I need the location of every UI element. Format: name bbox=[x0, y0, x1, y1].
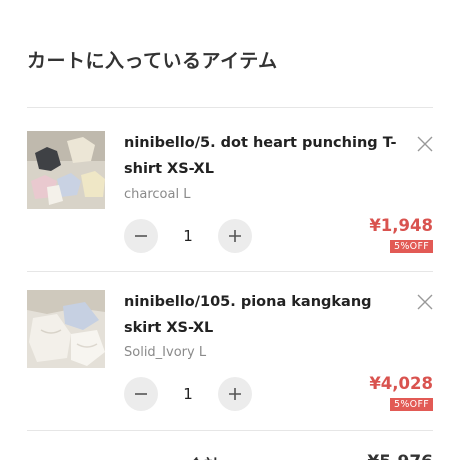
minus-icon bbox=[135, 393, 147, 395]
cart-total: 合計 ¥5,976 bbox=[0, 446, 460, 460]
discount-badge: 5%OFF bbox=[390, 398, 433, 411]
cart-item: ninibello/105. piona kangkang skirt XS-X… bbox=[0, 0, 460, 411]
increment-quantity-button[interactable] bbox=[218, 219, 252, 253]
minus-icon bbox=[135, 235, 147, 237]
increment-quantity-button[interactable] bbox=[218, 377, 252, 411]
plus-icon bbox=[229, 388, 241, 400]
decrement-quantity-button[interactable] bbox=[124, 377, 158, 411]
remove-item-button[interactable] bbox=[413, 290, 437, 314]
close-icon bbox=[417, 294, 433, 310]
item-price: ¥1,948 bbox=[369, 216, 433, 235]
total-label: 合計 bbox=[188, 452, 220, 460]
product-image[interactable] bbox=[27, 290, 105, 368]
quantity-value: 1 bbox=[183, 227, 193, 245]
plus-icon bbox=[229, 230, 241, 242]
decrement-quantity-button[interactable] bbox=[124, 219, 158, 253]
total-value: ¥5,976 bbox=[367, 452, 433, 460]
product-variant: Solid_Ivory L bbox=[124, 345, 207, 360]
divider bbox=[27, 271, 433, 272]
divider bbox=[27, 430, 433, 431]
quantity-value: 1 bbox=[183, 385, 193, 403]
item-price: ¥4,028 bbox=[369, 374, 433, 393]
discount-badge: 5%OFF bbox=[390, 240, 433, 253]
product-name[interactable]: ninibello/105. piona kangkang skirt XS-X… bbox=[124, 289, 404, 341]
product-variant: charcoal L bbox=[124, 187, 191, 202]
